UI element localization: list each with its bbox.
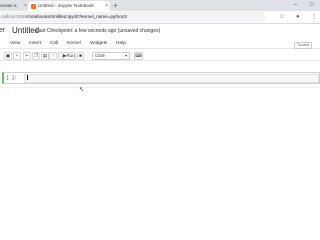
cell-type-select[interactable]: Code ▾ [92, 52, 130, 60]
divider [0, 87, 320, 88]
copy-icon: ❐ [33, 53, 39, 58]
menu-insert[interactable]: Insert [29, 40, 41, 48]
cut-button[interactable]: ✂ [23, 52, 31, 60]
jupyter-logo[interactable]: er [0, 27, 5, 34]
toolbar: ▣ + ✂ ❐ ▤ ↑ ↓ ▶Run ■ Code ▾ ⌨ [0, 50, 320, 61]
copy-button[interactable]: ❐ [32, 52, 40, 60]
keyboard-icon: ⌨ [135, 53, 142, 58]
address-bar: calhost:8888/notebooks/Untitled.ipynb?ke… [0, 11, 320, 24]
text-cursor [27, 75, 28, 80]
close-icon[interactable]: × [24, 1, 27, 11]
checkpoint-text: Last Checkpoint: a few seconds ago [36, 28, 117, 34]
move-up-button[interactable]: ↑ [49, 52, 57, 60]
cell-prompt: [ ]: [6, 76, 18, 81]
menu-cell[interactable]: Cell [50, 40, 58, 48]
cell-type-value: Code [95, 53, 106, 58]
url-host: calhost:8888 [1, 14, 28, 19]
stop-icon: ■ [79, 53, 82, 58]
profile-icon[interactable]: ● [296, 13, 300, 22]
tab-title: Untitled - Jupyter Notebook [38, 3, 94, 8]
maximize-button[interactable]: □ [310, 0, 314, 11]
new-tab-button[interactable]: + [113, 0, 118, 11]
chevron-down-icon: ▾ [124, 53, 127, 58]
menu-widgets[interactable]: Widgets [90, 40, 107, 48]
paste-button[interactable]: ▤ [41, 52, 49, 60]
mouse-pointer-icon: ↖ [79, 87, 85, 93]
cell-input[interactable] [24, 74, 319, 83]
arrow-up-icon: ↑ [51, 53, 55, 58]
trusted-indicator[interactable]: Trusted [294, 42, 312, 49]
menu-view[interactable]: View [10, 40, 20, 48]
save-button[interactable]: ▣ [4, 52, 12, 60]
minimize-button[interactable]: – [294, 0, 297, 11]
menubar: View Insert Cell Kernel Widgets Help [0, 39, 320, 49]
tab-title: create a [0, 3, 17, 8]
browser-tab-untitled[interactable]: Untitled - Jupyter Notebook × [28, 1, 110, 11]
notebook-header: er Untitled Last Checkpoint: a few secon… [0, 24, 320, 38]
save-status: (unsaved changes) [117, 28, 161, 34]
browser-tab-create[interactable]: create a × [0, 1, 28, 11]
interrupt-button[interactable]: ■ [77, 52, 84, 60]
code-cell[interactable]: [ ]: [2, 72, 320, 84]
menu-icon[interactable]: ⋮ [311, 13, 317, 22]
checkpoint-status: Last Checkpoint: a few seconds ago (unsa… [36, 28, 160, 34]
save-icon: ▣ [5, 53, 11, 58]
plus-icon: + [15, 53, 19, 58]
star-icon[interactable]: ☆ [279, 13, 284, 22]
browser-tab-strip: create a × Untitled - Jupyter Notebook ×… [0, 0, 320, 11]
run-button[interactable]: ▶Run [62, 52, 76, 60]
command-palette-button[interactable]: ⌨ [134, 52, 143, 60]
scissors-icon: ✂ [25, 53, 29, 58]
menu-help[interactable]: Help [116, 40, 126, 48]
url-field[interactable]: calhost:8888/notebooks/Untitled.ipynb?ke… [0, 12, 266, 22]
insert-cell-button[interactable]: + [13, 52, 21, 60]
screen: create a × Untitled - Jupyter Notebook ×… [0, 0, 320, 240]
run-label: Run [66, 53, 75, 58]
url-path: /notebooks/Untitled.ipynb?kernel_name=py… [27, 14, 127, 19]
jupyter-favicon-icon [31, 4, 36, 9]
menu-kernel[interactable]: Kernel [67, 40, 81, 48]
paste-icon: ▤ [42, 53, 48, 58]
close-icon[interactable]: × [105, 1, 108, 11]
